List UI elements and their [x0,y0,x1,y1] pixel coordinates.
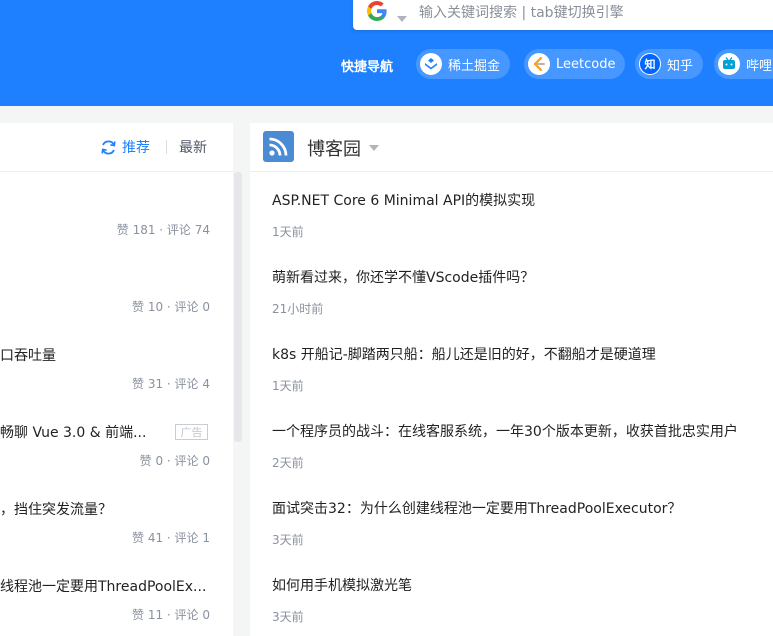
post-title[interactable]: 如何用手机模拟激光笔 [272,575,412,595]
leetcode-icon [528,53,550,75]
rss-icon [263,131,294,162]
feed-item-meta: 赞 0 · 评论 0 [139,454,210,468]
post-time: 21小时前 [272,302,324,316]
zhihu-icon: 知 [639,53,661,75]
source-title: 博客园 [307,139,361,160]
search-input[interactable]: 输入关键词搜索 | tab键切换引擎 [353,0,773,30]
post-time: 3天前 [272,533,304,547]
source-selector[interactable]: 博客园 [307,135,379,161]
post-time: 1天前 [272,379,304,393]
quick-nav-item-label: 稀土掘金 [448,58,501,74]
feed-scrollbar[interactable] [234,172,242,442]
feed-item-meta: 赞 181 · 评论 74 [116,223,210,237]
ad-badge: 广告 [175,424,208,440]
refresh-icon [101,140,116,154]
quick-nav-item-bilibili[interactable]: 哔哩 [714,49,773,79]
tab-recommend-label: 推荐 [122,140,150,156]
tab-divider [166,140,167,154]
post-title[interactable]: 面试突击32：为什么创建线程池一定要用ThreadPoolExecutor？ [272,498,681,518]
quick-nav-item-label: Leetcode [556,56,616,72]
post-time: 2天前 [272,456,304,470]
quick-nav: 快捷导航 稀土掘金 Leetcode 知 知乎 哔哩 [0,48,773,80]
feed-item-meta: 赞 41 · 评论 1 [132,531,210,545]
feed-item-title[interactable]: 线程池一定要用ThreadPoolEx... [0,576,206,596]
google-icon[interactable] [365,0,389,27]
post-time: 1天前 [272,225,304,239]
chevron-down-icon [369,145,379,151]
post-title[interactable]: 一个程序员的战斗：在线客服系统，一年30个版本更新，收获首批忠实用户 [272,421,738,441]
juejin-icon [420,53,442,75]
feed-item-meta: 赞 31 · 评论 4 [132,377,210,391]
blog-panel: 博客园 ASP.NET Core 6 Minimal API的模拟实现 1天前 … [250,123,773,636]
tab-recommend[interactable]: 推荐 [100,137,150,157]
blog-panel-header: 博客园 [250,123,773,172]
feed-item-title[interactable]: ，挡住突发流量？ [0,499,112,519]
quick-nav-label: 快捷导航 [341,60,394,75]
post-title[interactable]: k8s 开船记-脚踏两只船：船儿还是旧的好，不翻船才是硬道理 [272,344,656,364]
quick-nav-item-label: 知乎 [667,58,694,74]
post-title[interactable]: 萌新看过来，你还学不懂VScode插件吗？ [272,267,534,287]
feed-tabs: 推荐 最新 [0,123,233,172]
bilibili-icon [718,53,740,75]
header-bar: 输入关键词搜索 | tab键切换引擎 快捷导航 稀土掘金 Leetcode 知 … [0,0,773,106]
quick-nav-item-label: 哔哩 [746,58,773,74]
quick-nav-item-juejin[interactable]: 稀土掘金 [416,49,511,79]
feed-item-meta: 赞 11 · 评论 0 [132,608,210,622]
post-title[interactable]: ASP.NET Core 6 Minimal API的模拟实现 [272,190,535,210]
feed-item-meta: 赞 10 · 评论 0 [132,300,210,314]
search-placeholder: 输入关键词搜索 | tab键切换引擎 [419,5,624,21]
quick-nav-item-leetcode[interactable]: Leetcode [524,49,626,79]
engine-dropdown-icon[interactable] [397,7,407,26]
feed-item-title[interactable]: 口吞吐量 [0,345,56,365]
feed-panel: 推荐 最新 赞 181 · 评论 74 赞 10 · 评论 0 口吞吐量 赞 3… [0,123,233,636]
feed-item-title[interactable]: 畅聊 Vue 3.0 & 前端... [0,422,146,442]
post-time: 3天前 [272,610,304,624]
quick-nav-item-zhihu[interactable]: 知 知乎 [635,49,704,79]
tab-latest[interactable]: 最新 [179,137,207,157]
